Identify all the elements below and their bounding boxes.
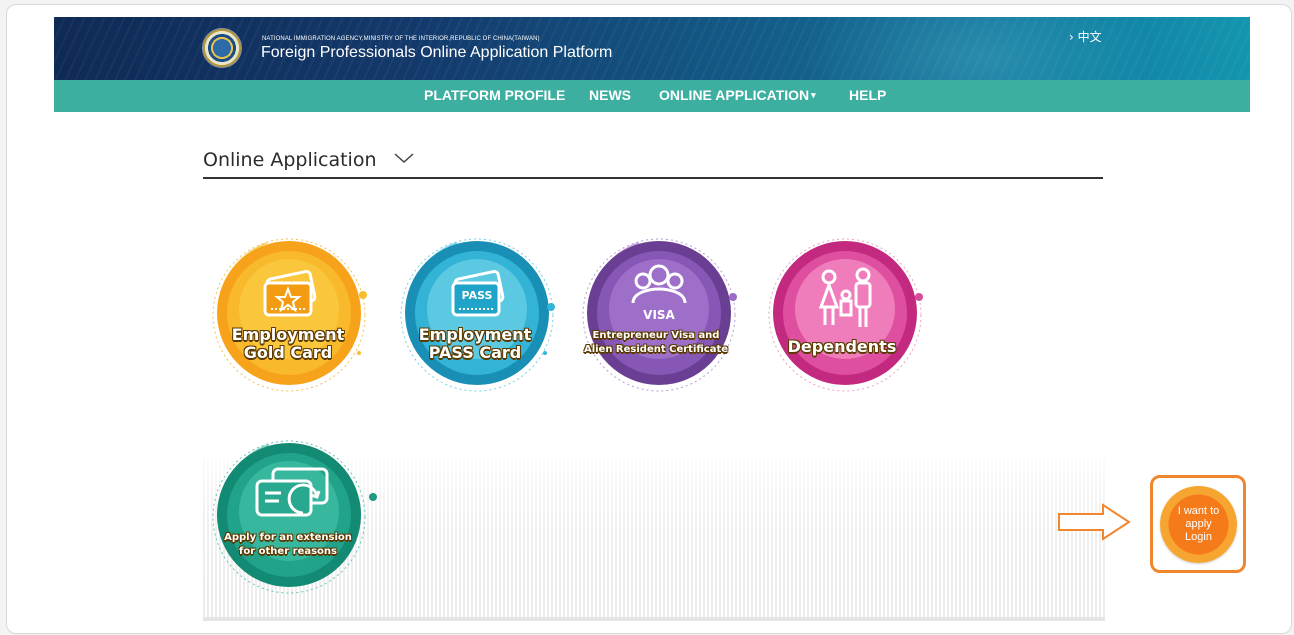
nav-label: PLATFORM PROFILE — [424, 87, 566, 103]
family-icon — [768, 238, 923, 392]
badge-title-line2: Alien Resident Certificate — [583, 344, 729, 355]
nav-label: HELP — [849, 87, 887, 103]
nav-label: NEWS — [589, 87, 631, 103]
dropdown-caret-icon: ▾ — [811, 90, 816, 100]
platform-title[interactable]: Foreign Professionals Online Application… — [261, 44, 612, 62]
card-extension-icon — [212, 440, 377, 594]
language-switch-link[interactable]: › 中文 — [1069, 28, 1102, 45]
badge-title-line2: for other reasons — [239, 546, 337, 557]
agency-name: NATIONAL IMMIGRATION AGENCY,MINISTRY OF … — [262, 36, 540, 42]
agency-emblem-logo[interactable] — [203, 29, 241, 67]
badge-pass-text: PASS — [462, 289, 493, 302]
apply-login-button[interactable]: I want to apply Login — [1160, 486, 1237, 563]
badge-title-line1: Entrepreneur Visa and — [592, 330, 720, 341]
login-label-line2: apply — [1185, 518, 1212, 530]
login-label-line1: I want to — [1177, 505, 1220, 517]
badge-title-line1: Employment — [231, 325, 345, 344]
nav-item-help[interactable]: HELP — [849, 87, 886, 103]
badge-title-line1: Employment — [418, 325, 532, 344]
badge-title-line1: Apply for an extension — [224, 532, 352, 543]
dependents-button[interactable]: Dependents — [763, 233, 933, 393]
badge-title-line1: Dependents — [787, 337, 897, 356]
arrow-right-icon — [1058, 503, 1131, 541]
nav-label: ONLINE APPLICATION — [659, 87, 810, 103]
nav-item-online-application[interactable]: ONLINE APPLICATION ▾ — [659, 87, 816, 103]
badge-title-line2: Gold Card — [243, 343, 333, 362]
divider — [203, 617, 1105, 621]
login-widget: I want to apply Login — [1150, 475, 1246, 573]
nav-item-platform-profile[interactable]: PLATFORM PROFILE — [424, 87, 565, 103]
nav-item-news[interactable]: NEWS — [589, 87, 631, 103]
apply-extension-button[interactable]: Apply for an extension for other reasons — [207, 435, 377, 595]
badge-title-line2: PASS Card — [428, 343, 522, 362]
chevron-down-icon[interactable] — [393, 149, 415, 167]
gold-card-icon — [212, 238, 367, 392]
main-navigation: PLATFORM PROFILE NEWS ONLINE APPLICATION… — [54, 80, 1250, 112]
login-label-line3: Login — [1185, 531, 1212, 543]
pass-card-icon: PASS — [400, 238, 555, 392]
section-title: Online Application — [203, 149, 377, 171]
browser-viewport: NATIONAL IMMIGRATION AGENCY,MINISTRY OF … — [6, 4, 1292, 634]
people-group-icon: VISA — [582, 238, 737, 392]
entrepreneur-visa-button[interactable]: VISA Entrepreneur Visa and Alien Residen… — [577, 233, 747, 393]
site-header-banner: NATIONAL IMMIGRATION AGENCY,MINISTRY OF … — [54, 17, 1250, 80]
badge-visa-text: VISA — [643, 308, 675, 322]
section-header: Online Application — [203, 147, 1103, 179]
employment-pass-card-button[interactable]: PASS Employment PASS Card — [395, 233, 565, 393]
employment-gold-card-button[interactable]: Employment Gold Card — [207, 233, 377, 393]
